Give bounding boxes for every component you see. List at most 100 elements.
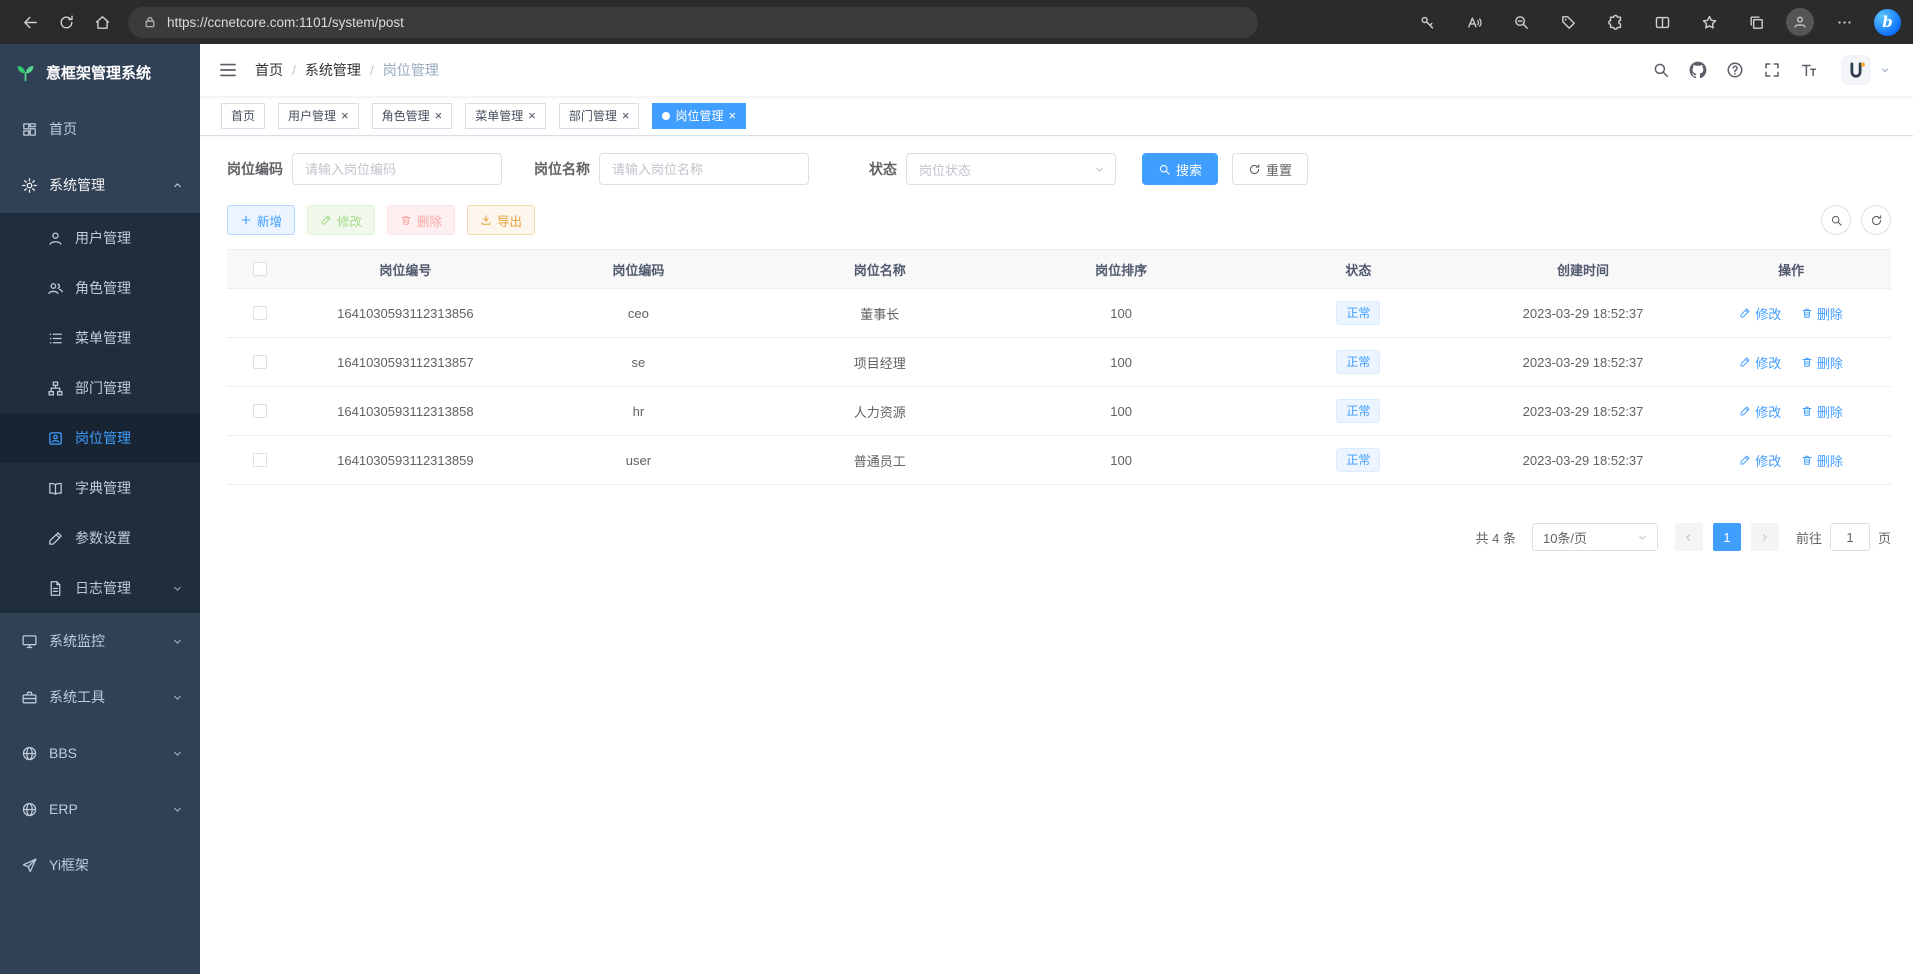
post-name-input[interactable]: [599, 153, 809, 185]
export-button[interactable]: 导出: [467, 205, 535, 235]
select-all-checkbox[interactable]: [253, 262, 267, 276]
user-menu[interactable]: [1841, 55, 1891, 85]
toggle-search-button[interactable]: [1821, 205, 1851, 235]
browser-address-bar[interactable]: https://ccnetcore.com:1101/system/post: [128, 7, 1258, 38]
tab-close-icon[interactable]: ×: [622, 109, 630, 122]
sidebar-item-yi-framework[interactable]: Yi框架: [0, 837, 200, 893]
sidebar-item-post-management[interactable]: 岗位管理: [0, 413, 200, 463]
browser-home-button[interactable]: [84, 6, 120, 38]
delete-row-button[interactable]: 删除: [1801, 402, 1843, 421]
tab-label: 角色管理: [382, 107, 430, 124]
browser-back-button[interactable]: [12, 6, 48, 38]
delete-row-button[interactable]: 删除: [1801, 304, 1843, 323]
help-icon[interactable]: [1726, 61, 1744, 79]
sidebar-item-bbs[interactable]: BBS: [0, 725, 200, 781]
tab[interactable]: 用户管理 ×: [278, 103, 359, 129]
row-checkbox[interactable]: [253, 355, 267, 369]
trash-icon: [1801, 307, 1813, 319]
column-header: 状态: [1242, 260, 1475, 279]
sidebar-item-user-management[interactable]: 用户管理: [0, 213, 200, 263]
delete-row-button[interactable]: 删除: [1801, 451, 1843, 470]
password-key-button[interactable]: [1410, 6, 1444, 38]
edit-icon: [320, 214, 332, 226]
sidebar-item-role-management[interactable]: 角色管理: [0, 263, 200, 313]
edit-row-button[interactable]: 修改: [1739, 402, 1781, 421]
fullscreen-icon[interactable]: [1763, 61, 1781, 79]
table-header-row: 岗位编号岗位编码岗位名称岗位排序状态创建时间操作: [227, 249, 1891, 289]
collections-button[interactable]: [1739, 6, 1773, 38]
sidebar-item-dept-management[interactable]: 部门管理: [0, 363, 200, 413]
sidebar-item-param-settings[interactable]: 参数设置: [0, 513, 200, 563]
sidebar-item-system-monitor[interactable]: 系统监控: [0, 613, 200, 669]
cell-post-name: 普通员工: [759, 451, 1000, 470]
read-aloud-button[interactable]: [1457, 6, 1491, 38]
delete-row-button[interactable]: 删除: [1801, 353, 1843, 372]
select-all-cell: [227, 262, 293, 276]
copilot-icon[interactable]: b: [1874, 9, 1901, 36]
breadcrumb-item[interactable]: 首页: [255, 60, 283, 80]
edit-icon: [1739, 405, 1751, 417]
menu-label: BBS: [49, 745, 77, 761]
tab[interactable]: 首页: [221, 103, 265, 129]
edit-row-button[interactable]: 修改: [1739, 451, 1781, 470]
browser-profile-avatar[interactable]: [1786, 8, 1814, 36]
github-icon[interactable]: [1689, 61, 1707, 79]
page-size-select[interactable]: 10条/页: [1532, 523, 1658, 551]
cell-post-code: se: [518, 355, 759, 370]
tab[interactable]: 部门管理 ×: [559, 103, 640, 129]
sidebar-item-menu-management[interactable]: 菜单管理: [0, 313, 200, 363]
site-info-lock-icon[interactable]: [143, 15, 157, 29]
sidebar-item-erp[interactable]: ERP: [0, 781, 200, 837]
favorites-button[interactable]: [1692, 6, 1726, 38]
row-checkbox[interactable]: [253, 404, 267, 418]
extensions-button[interactable]: [1598, 6, 1632, 38]
edit-row-button[interactable]: 修改: [1739, 304, 1781, 323]
refresh-table-button[interactable]: [1861, 205, 1891, 235]
header-search-icon[interactable]: [1652, 61, 1670, 79]
chevron-down-icon: [1636, 531, 1649, 544]
browser-menu-button[interactable]: [1827, 6, 1861, 38]
search-button[interactable]: 搜索: [1142, 153, 1218, 185]
page-number-1[interactable]: 1: [1713, 523, 1741, 551]
breadcrumb-item[interactable]: 系统管理: [305, 60, 361, 80]
sidebar-item-system-tools[interactable]: 系统工具: [0, 669, 200, 725]
tab[interactable]: 角色管理 ×: [372, 103, 453, 129]
breadcrumb-separator: /: [370, 62, 374, 78]
reset-button[interactable]: 重置: [1232, 153, 1308, 185]
sidebar-item-log-management[interactable]: 日志管理: [0, 563, 200, 613]
next-page-button[interactable]: [1751, 523, 1779, 551]
font-size-icon[interactable]: [1800, 61, 1818, 79]
sidebar-item-home[interactable]: 首页: [0, 101, 200, 157]
tab-close-icon[interactable]: ×: [341, 109, 349, 122]
goto-page-input[interactable]: [1830, 523, 1870, 551]
tab[interactable]: 菜单管理 ×: [465, 103, 546, 129]
prev-page-button[interactable]: [1675, 523, 1703, 551]
edit-row-button[interactable]: 修改: [1739, 353, 1781, 372]
tab[interactable]: 岗位管理 ×: [652, 103, 746, 129]
status-badge: 正常: [1336, 350, 1380, 374]
delete-button[interactable]: 删除: [387, 205, 455, 235]
table-row: 1641030593112313858 hr 人力资源 100 正常 2023-…: [227, 387, 1891, 436]
split-screen-button[interactable]: [1645, 6, 1679, 38]
sidebar-item-system-management[interactable]: 系统管理: [0, 157, 200, 213]
zoom-button[interactable]: [1504, 6, 1538, 38]
chevron-down-icon: [1093, 163, 1106, 176]
shopping-tag-button[interactable]: [1551, 6, 1585, 38]
add-button[interactable]: 新增: [227, 205, 295, 235]
tab-close-icon[interactable]: ×: [528, 109, 536, 122]
edit-button[interactable]: 修改: [307, 205, 375, 235]
post-code-input[interactable]: [292, 153, 502, 185]
row-checkbox[interactable]: [253, 306, 267, 320]
row-checkbox[interactable]: [253, 453, 267, 467]
refresh-icon: [1248, 163, 1261, 176]
browser-refresh-button[interactable]: [48, 6, 84, 38]
column-header: 岗位编号: [293, 260, 518, 279]
table-toolbar: 新增 修改 删除 导出: [227, 205, 1891, 235]
sidebar-item-dict-management[interactable]: 字典管理: [0, 463, 200, 513]
chevron-left-icon: [1682, 531, 1695, 544]
tab-close-icon[interactable]: ×: [728, 109, 736, 122]
sidebar-toggle-icon[interactable]: [218, 60, 238, 80]
tab-close-icon[interactable]: ×: [435, 109, 443, 122]
status-select[interactable]: 岗位状态: [906, 153, 1116, 185]
browser-toolbar-right: b: [1410, 6, 1901, 38]
